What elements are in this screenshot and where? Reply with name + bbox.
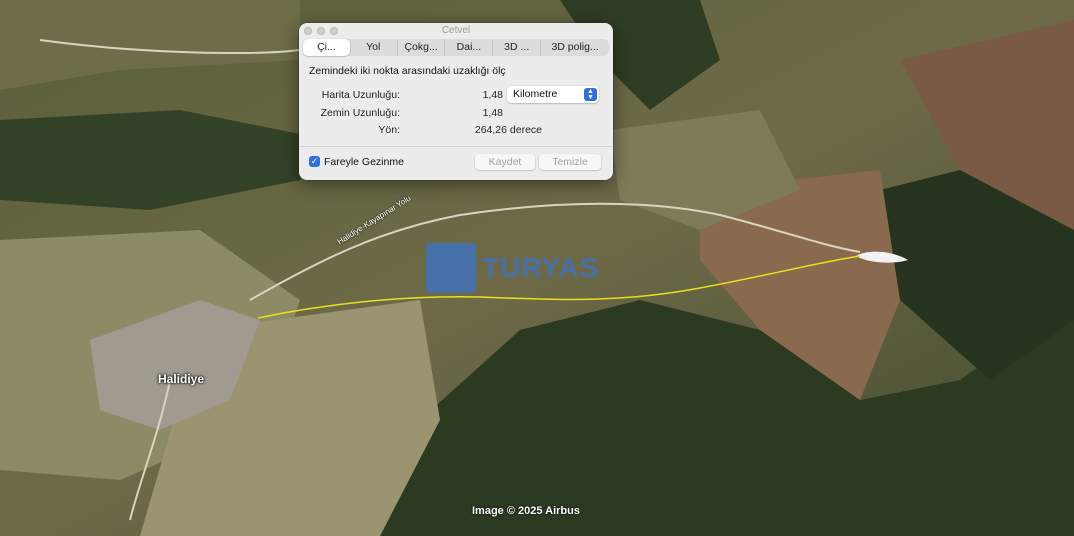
heading-label: Yön: [378,124,400,136]
imagery-credit: Image © 2025 Airbus [472,505,580,517]
tab-polygon[interactable]: Çokg... [398,39,446,56]
save-button[interactable]: Kaydet [475,154,535,170]
heading-value: 264,26 derece [474,124,542,136]
divider [299,146,613,147]
ground-length-label: Zemin Uzunluğu: [320,107,400,119]
window-title: Cetvel [441,25,471,36]
tab-3d-polygon[interactable]: 3D polig... [541,39,609,56]
ruler-window: Cetvel Çi... Yol Çokg... Dai... 3D ... 3… [299,23,613,180]
mouse-navigation-checkbox[interactable]: ✓ [309,156,320,167]
measure-description: Zemindeki iki nokta arasındaki uzaklığı … [309,65,506,77]
tab-line[interactable]: Çi... [303,39,350,56]
clear-button[interactable]: Temizle [539,154,601,170]
tab-path[interactable]: Yol [350,39,398,56]
watermark: TURYAS [426,243,600,293]
mouse-navigation-label: Fareyle Gezinme [324,156,404,168]
unit-select[interactable]: Kilometre ▲ ▼ [507,86,599,103]
tab-3d-path[interactable]: 3D ... [493,39,542,56]
watermark-text: TURYAS [482,252,600,283]
tab-bar: Çi... Yol Çokg... Dai... 3D ... 3D polig… [303,39,609,56]
select-stepper-icon: ▲ ▼ [584,88,597,101]
ground-length-value: 1,48 [482,107,503,119]
map-length-label: Harita Uzunluğu: [321,89,400,101]
unit-select-value: Kilometre [513,88,558,100]
place-label-halidiye: Halidiye [158,372,205,386]
tab-circle[interactable]: Dai... [445,39,494,56]
map-length-value: 1,48 [482,89,503,101]
window-titlebar[interactable]: Cetvel [299,23,613,38]
watermark-logo-icon [426,243,476,293]
